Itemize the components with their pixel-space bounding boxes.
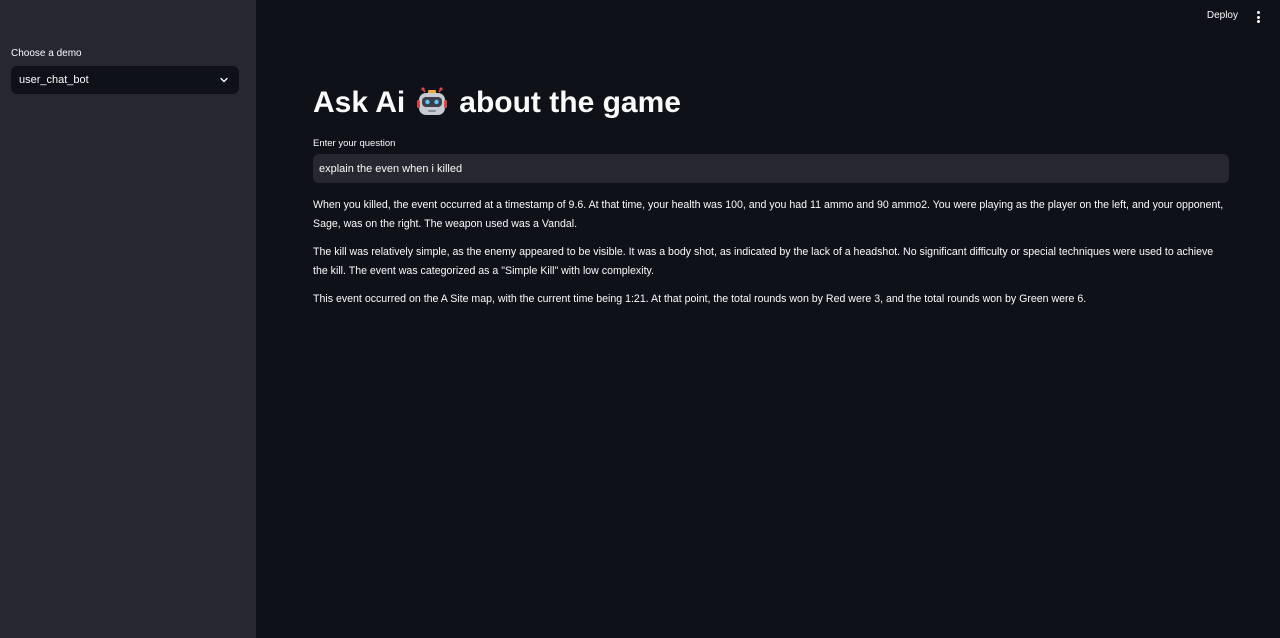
answer-text: When you killed, the event occurred at a… xyxy=(313,196,1229,309)
answer-paragraph: The kill was relatively simple, as the e… xyxy=(313,246,1214,277)
chevron-down-icon xyxy=(218,74,230,86)
sidebar: Choose a demo user_chat_bot xyxy=(0,0,256,638)
app-window: Choose a demo user_chat_bot Deploy Ask A… xyxy=(0,0,1280,638)
title-text-start: Ask Ai xyxy=(313,86,406,119)
header: Deploy xyxy=(256,0,1280,34)
demo-select-value: user_chat_bot xyxy=(19,74,89,86)
page-title: Ask Ai about the game xyxy=(313,84,1229,122)
main-content: Ask Ai about the game Enter your questio… xyxy=(313,84,1229,319)
robot-icon xyxy=(415,86,449,120)
deploy-button[interactable]: Deploy xyxy=(1207,10,1238,21)
title-text-end: about the game xyxy=(459,86,681,119)
answer-paragraph: When you killed, the event occurred at a… xyxy=(313,199,1224,230)
demo-select-label: Choose a demo xyxy=(11,48,82,59)
demo-select[interactable]: user_chat_bot xyxy=(11,66,239,94)
question-input-label: Enter your question xyxy=(313,138,396,149)
answer-paragraph: This event occurred on the A Site map, w… xyxy=(313,293,1087,305)
more-vertical-icon[interactable] xyxy=(1252,10,1264,24)
question-input[interactable]: explain the even when i killed xyxy=(313,154,1229,183)
